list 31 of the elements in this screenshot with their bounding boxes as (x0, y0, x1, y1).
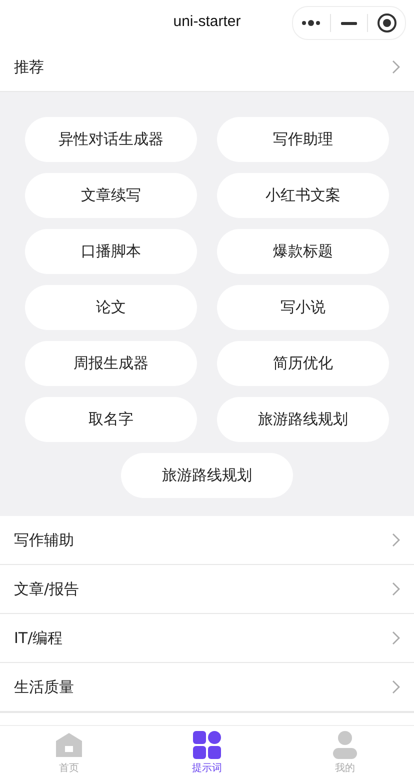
prompt-button[interactable]: 文章续写 (25, 173, 197, 218)
grid-icon (193, 731, 221, 760)
prompt-button[interactable]: 周报生成器 (25, 341, 197, 386)
prompt-button[interactable]: 小红书文案 (217, 173, 389, 218)
prompt-button[interactable]: 论文 (25, 285, 197, 330)
window-title: uni-starter (173, 13, 241, 30)
chevron-right-icon (392, 680, 400, 694)
category-label: IT/编程 (14, 628, 63, 648)
person-icon (333, 731, 357, 760)
chevron-right-icon (392, 582, 400, 596)
close-icon[interactable] (376, 13, 397, 33)
home-icon (55, 731, 83, 760)
chevron-right-icon (392, 60, 400, 74)
category-label: 生活质量 (14, 678, 74, 697)
prompt-button[interactable]: 取名字 (25, 397, 197, 442)
prompt-button[interactable]: 口播脚本 (25, 229, 197, 274)
prompt-button[interactable]: 异性对话生成器 (25, 117, 197, 162)
more-icon[interactable] (301, 20, 322, 26)
category-label: 文章/报告 (14, 580, 80, 599)
tab[interactable]: 提示词 (138, 726, 276, 780)
chevron-right-icon (392, 533, 400, 548)
section-label: 推荐 (14, 58, 44, 77)
prompt-button[interactable]: 爆款标题 (217, 229, 389, 274)
prompt-button[interactable]: 写作助理 (217, 117, 389, 162)
prompt-button[interactable]: 旅游路线规划 (121, 453, 293, 498)
prompt-button[interactable]: 写小说 (217, 285, 389, 330)
chevron-right-icon (392, 631, 400, 646)
prompt-button[interactable]: 简历优化 (217, 341, 389, 386)
minimize-icon[interactable] (341, 22, 357, 24)
prompt-button[interactable]: 旅游路线规划 (217, 397, 389, 442)
category-label: 写作辅助 (14, 530, 74, 550)
